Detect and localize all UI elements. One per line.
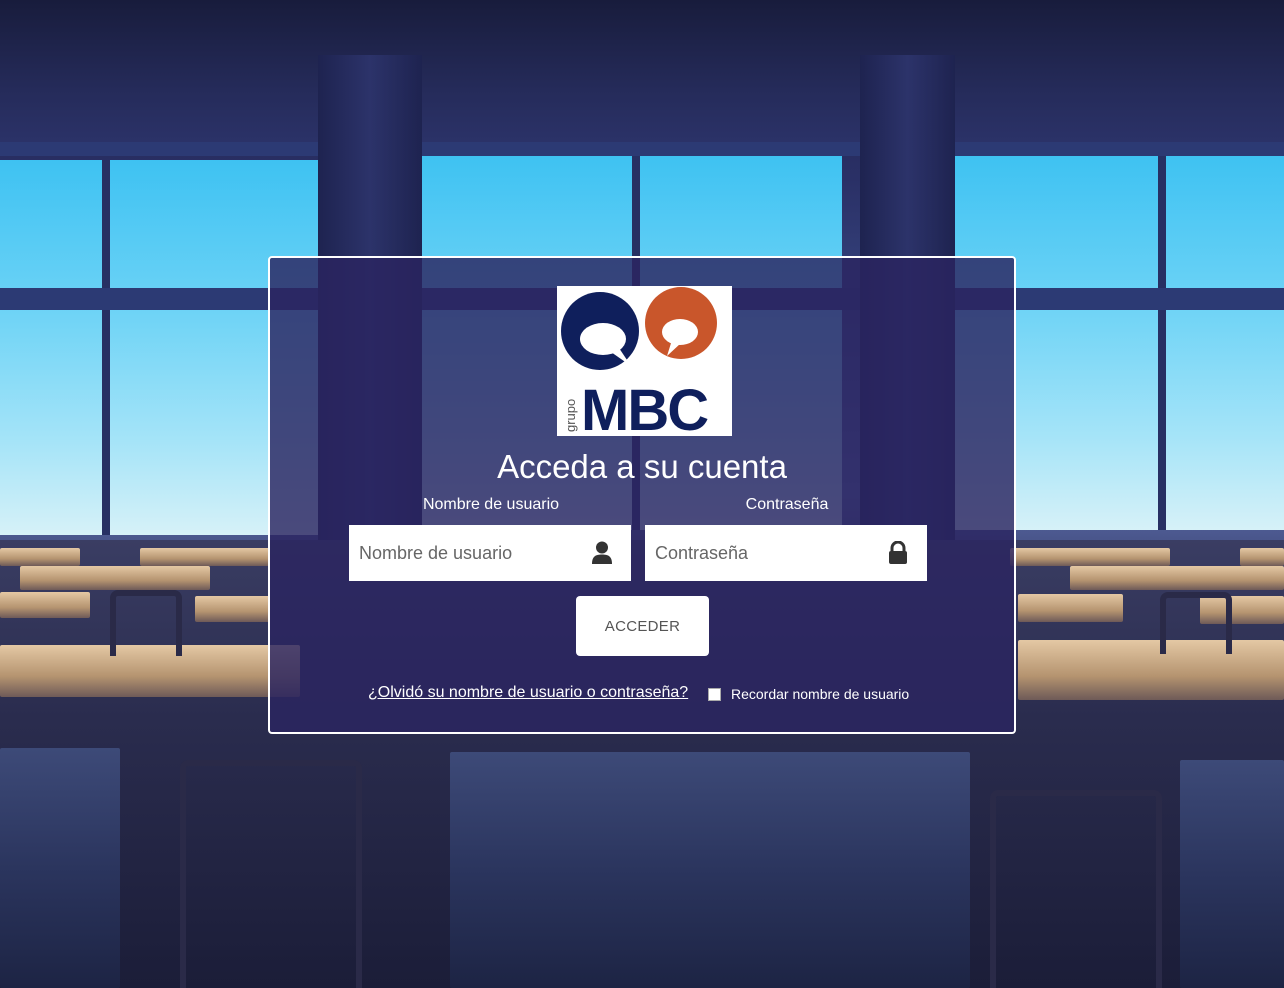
- grupo-mbc-logo: grupo MBC: [557, 286, 732, 436]
- password-input[interactable]: [645, 525, 875, 581]
- password-field-container: [645, 525, 927, 581]
- svg-text:grupo: grupo: [563, 399, 578, 432]
- user-icon: [591, 541, 613, 565]
- forgot-credentials-link[interactable]: ¿Olvidó su nombre de usuario o contraseñ…: [368, 684, 688, 702]
- username-field-container: [349, 525, 631, 581]
- lock-icon: [887, 540, 909, 565]
- password-label: Contraseña: [745, 496, 829, 513]
- svg-text:MBC: MBC: [581, 378, 708, 436]
- acceder-button[interactable]: ACCEDER: [576, 596, 709, 656]
- remember-username-option[interactable]: Recordar nombre de usuario: [708, 686, 909, 702]
- login-panel: grupo MBC Acceda a su cuenta Nombre de u…: [268, 256, 1016, 734]
- page-title: Acceda a su cuenta: [497, 448, 787, 485]
- remember-username-label: Recordar nombre de usuario: [731, 686, 910, 702]
- remember-username-checkbox[interactable]: [708, 687, 721, 701]
- username-label: Nombre de usuario: [422, 496, 560, 513]
- username-input[interactable]: [349, 525, 579, 581]
